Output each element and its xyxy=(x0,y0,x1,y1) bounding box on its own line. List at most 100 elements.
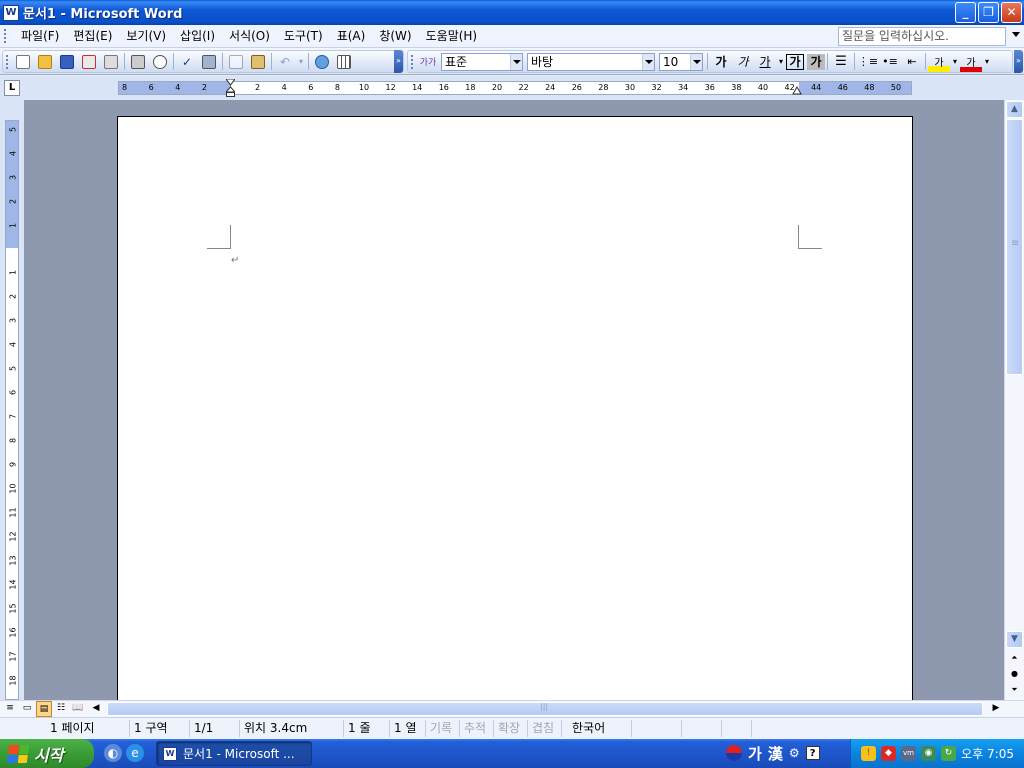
ime-tools-icon[interactable]: ⚙ xyxy=(789,746,800,760)
toolbar-options-icon[interactable]: » xyxy=(394,50,403,73)
help-question-input[interactable]: 질문을 입력하십시오. xyxy=(838,27,1006,46)
taskbar-word-document-button[interactable]: W 문서1 - Microsoft ... xyxy=(156,741,312,766)
decrease-indent-icon[interactable]: ⇤ xyxy=(901,52,923,72)
styles-formatting-icon[interactable]: 가가 xyxy=(417,52,439,72)
style-select[interactable]: 표준 xyxy=(441,52,523,71)
character-shading-button[interactable]: 가 xyxy=(807,53,825,70)
security-shield-icon[interactable]: ! xyxy=(861,746,876,761)
email-icon[interactable] xyxy=(100,52,122,72)
status-overtype[interactable]: 겹침 xyxy=(528,720,562,737)
font-size-select[interactable]: 10 xyxy=(659,52,703,71)
standard-toolbar-grip[interactable] xyxy=(6,54,10,69)
vertical-scrollbar[interactable]: ▲ ▼ ⏶ ● ⏷ xyxy=(1004,100,1024,700)
right-indent-marker-icon[interactable] xyxy=(792,86,802,95)
menu-window[interactable]: 창(W) xyxy=(372,26,418,46)
restore-button[interactable]: ❐ xyxy=(978,2,999,23)
status-extend-selection[interactable]: 확장 xyxy=(494,720,528,737)
permission-icon[interactable] xyxy=(78,52,100,72)
scroll-right-icon[interactable]: ▶ xyxy=(988,701,1004,717)
print-icon[interactable] xyxy=(127,52,149,72)
menu-help[interactable]: 도움말(H) xyxy=(419,26,485,46)
status-track-changes[interactable]: 추적 xyxy=(460,720,494,737)
indent-marker-icon[interactable] xyxy=(226,79,235,97)
style-dropdown-icon[interactable] xyxy=(510,53,522,70)
ime-hanja-mode[interactable]: 漢 xyxy=(768,743,783,764)
undo-dropdown-icon[interactable]: ▾ xyxy=(296,52,306,72)
close-button[interactable]: ✕ xyxy=(1001,2,1022,23)
update-icon[interactable]: ↻ xyxy=(941,746,956,761)
underline-button[interactable]: 가 xyxy=(754,52,776,72)
font-size-dropdown-icon[interactable] xyxy=(690,53,702,70)
italic-button[interactable]: 가 xyxy=(732,52,754,72)
font-color-dropdown-icon[interactable]: ▾ xyxy=(982,52,992,72)
vertical-ruler[interactable]: 5 4 3 2 1 1 2 3 4 5 6 7 8 9 10 11 12 13 14 15 16 17 18 xyxy=(0,100,24,700)
menu-view[interactable]: 보기(V) xyxy=(119,26,173,46)
title-bar[interactable]: W 문서1 - Microsoft Word _ ❐ ✕ xyxy=(0,0,1024,25)
menu-insert[interactable]: 삽입(I) xyxy=(173,26,222,46)
scroll-up-icon[interactable]: ▲ xyxy=(1006,101,1023,118)
outline-view-icon[interactable]: ☷ xyxy=(53,701,69,717)
document-page[interactable]: ↵ xyxy=(117,116,913,700)
previous-page-icon[interactable]: ⏶ xyxy=(1007,651,1022,665)
font-color-button[interactable]: 가 xyxy=(960,51,982,72)
quicklaunch-desktop-icon[interactable]: ◐ xyxy=(104,744,122,762)
scroll-down-icon[interactable]: ▼ xyxy=(1006,631,1023,648)
ime-hangul-mode[interactable]: 가 xyxy=(748,743,762,764)
select-browse-object-icon[interactable]: ● xyxy=(1007,667,1022,681)
vmware-icon[interactable]: vm xyxy=(901,746,916,761)
network-icon[interactable]: ◉ xyxy=(921,746,936,761)
web-layout-view-icon[interactable]: ▭ xyxy=(19,701,35,717)
scroll-left-icon[interactable]: ◀ xyxy=(88,701,104,717)
menu-edit[interactable]: 편집(E) xyxy=(66,26,119,46)
quicklaunch-internet-explorer-icon[interactable]: e xyxy=(126,744,144,762)
paste-icon[interactable] xyxy=(247,52,269,72)
next-page-icon[interactable]: ⏷ xyxy=(1007,683,1022,697)
ime-language-bar[interactable]: 가 漢 ⚙ ? xyxy=(726,742,820,764)
align-justify-icon[interactable]: ☰ xyxy=(830,52,852,72)
underline-dropdown-icon[interactable]: ▾ xyxy=(776,52,786,72)
antivirus-icon[interactable]: ◆ xyxy=(881,746,896,761)
hyperlink-icon[interactable] xyxy=(311,52,333,72)
bulleted-list-icon[interactable]: •≡ xyxy=(879,52,901,72)
print-preview-icon[interactable] xyxy=(149,52,171,72)
spelling-check-icon[interactable]: ✓ xyxy=(176,52,198,72)
formatting-toolbar-grip[interactable] xyxy=(411,54,415,69)
print-layout-view-icon[interactable]: ▤ xyxy=(36,701,52,717)
character-border-button[interactable]: 가 xyxy=(786,53,804,70)
save-disk-icon[interactable] xyxy=(56,52,78,72)
tab-selector-button[interactable]: L xyxy=(4,80,20,96)
reading-layout-view-icon[interactable]: 📖 xyxy=(70,701,86,717)
numbered-list-icon[interactable]: ⋮≡ xyxy=(857,52,879,72)
open-folder-icon[interactable] xyxy=(34,52,56,72)
highlight-button[interactable]: 가 xyxy=(928,51,950,72)
status-record-macro[interactable]: 기록 xyxy=(426,720,460,737)
minimize-button[interactable]: _ xyxy=(955,2,976,23)
copy-icon[interactable] xyxy=(225,52,247,72)
menubar-grip[interactable] xyxy=(4,29,8,43)
menu-table[interactable]: 표(A) xyxy=(330,26,373,46)
status-language[interactable]: 한국어 xyxy=(562,720,632,737)
help-dropdown-icon[interactable] xyxy=(1012,32,1020,37)
ime-help-icon[interactable]: ? xyxy=(805,746,820,760)
menu-tools[interactable]: 도구(T) xyxy=(277,26,330,46)
undo-icon[interactable]: ↶ xyxy=(274,52,296,72)
paragraph-mark[interactable]: ↵ xyxy=(231,255,239,266)
word-app-icon[interactable]: W xyxy=(3,4,19,21)
normal-view-icon[interactable]: ≡ xyxy=(2,701,18,717)
font-select[interactable]: 바탕 xyxy=(527,52,655,71)
system-clock[interactable]: 오후 7:05 xyxy=(961,745,1014,762)
insert-table-icon[interactable] xyxy=(333,52,355,72)
ruler-number: 26 xyxy=(571,83,582,92)
highlight-dropdown-icon[interactable]: ▾ xyxy=(950,52,960,72)
bold-button[interactable]: 가 xyxy=(710,52,732,72)
start-button[interactable]: 시작 xyxy=(0,739,94,768)
horizontal-scroll-thumb[interactable] xyxy=(107,702,983,716)
vertical-scroll-thumb[interactable] xyxy=(1006,119,1023,375)
menu-file[interactable]: 파일(F) xyxy=(14,26,66,46)
menu-format[interactable]: 서식(O) xyxy=(222,26,277,46)
research-icon[interactable] xyxy=(198,52,220,72)
font-dropdown-icon[interactable] xyxy=(642,53,654,70)
formatting-toolbar-options-icon[interactable]: » xyxy=(1014,50,1023,73)
new-document-icon[interactable] xyxy=(12,52,34,72)
korean-language-icon[interactable] xyxy=(726,745,742,761)
